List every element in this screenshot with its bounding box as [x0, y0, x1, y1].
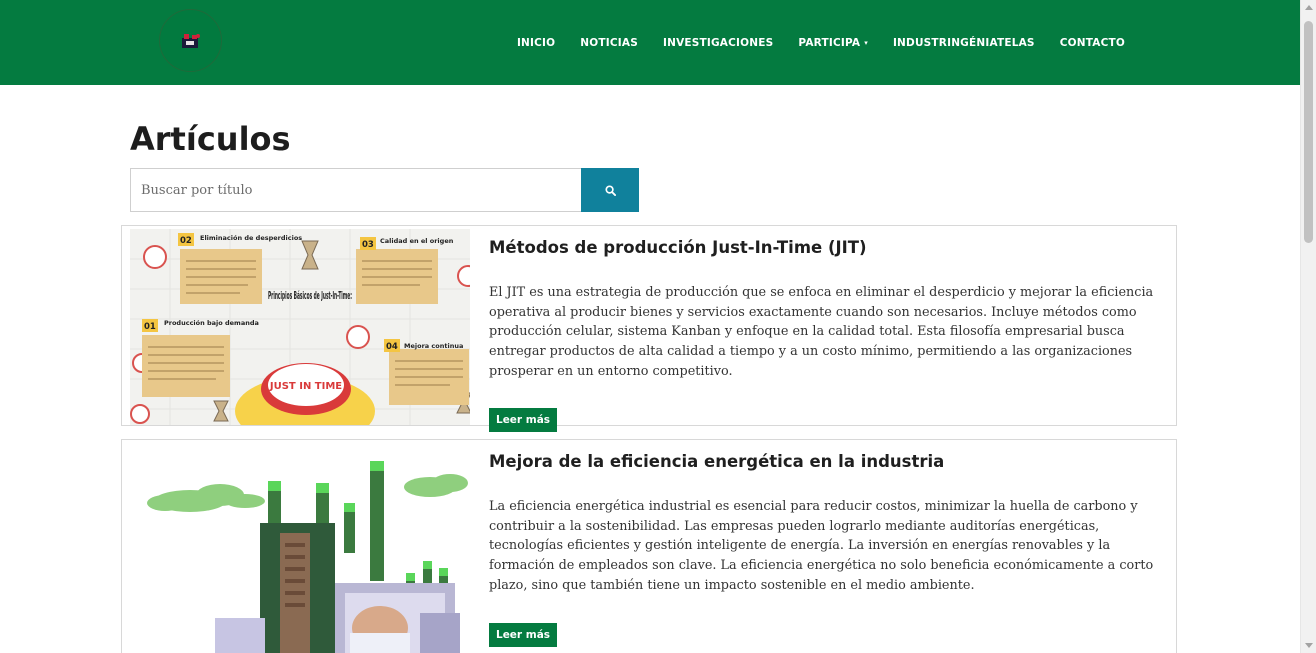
main-nav: INICIO NOTICIAS INVESTIGACIONES PARTICIP… — [517, 0, 1125, 85]
scroll-down-arrow-icon[interactable] — [1305, 643, 1313, 648]
article-body: Mejora de la eficiencia energética en la… — [489, 440, 1156, 647]
nav-inicio[interactable]: INICIO — [517, 37, 555, 49]
search-button[interactable] — [581, 168, 639, 212]
article-title[interactable]: Métodos de producción Just-In-Time (JIT) — [489, 238, 1156, 257]
article-excerpt: El JIT es una estrategia de producción q… — [489, 285, 1154, 379]
article-excerpt: La eficiencia energética industrial es e… — [489, 499, 1154, 593]
nav-noticias-label: NOTICIAS — [580, 36, 638, 49]
jit-title-03: Calidad en el origen — [380, 237, 454, 245]
scroll-up-arrow-icon[interactable] — [1305, 5, 1313, 10]
jit-title-01: Producción bajo demanda — [164, 319, 259, 327]
read-more-button[interactable]: Leer más — [489, 407, 558, 432]
article-thumbnail-jit[interactable]: 02 03 01 04 Eliminación de desperdicios … — [130, 229, 470, 425]
nav-participa-label: PARTICIPA — [798, 36, 861, 49]
jit-heading: Principios Básicos de Just-In-Time: — [268, 289, 352, 302]
search-input[interactable] — [130, 168, 581, 212]
article-thumbnail-factory[interactable] — [130, 443, 470, 653]
jit-num-03: 03 — [362, 240, 374, 250]
jit-num-01: 01 — [144, 322, 156, 332]
jit-num-04: 04 — [386, 342, 398, 352]
nav-inicio-label: INICIO — [516, 36, 556, 49]
article-card: Mejora de la eficiencia energética en la… — [121, 439, 1177, 653]
site-logo[interactable] — [159, 9, 222, 72]
page-title: Artículos — [130, 120, 291, 158]
nav-contacto-label: CONTACTO — [1059, 36, 1125, 49]
chevron-down-icon: ▾ — [864, 38, 868, 47]
jit-title-04: Mejora continua — [404, 342, 463, 350]
site-header: INICIO NOTICIAS INVESTIGACIONES PARTICIP… — [0, 0, 1300, 85]
factory-illustration-icon — [130, 443, 470, 653]
read-more-button[interactable]: Leer más — [489, 622, 558, 647]
article-card: 02 03 01 04 Eliminación de desperdicios … — [121, 225, 1177, 432]
nav-industringeniatelas[interactable]: INDUSTRINGÉNIATELAS — [893, 37, 1035, 49]
article-title[interactable]: Mejora de la eficiencia energética en la… — [489, 452, 1156, 471]
scroll-thumb[interactable] — [1304, 21, 1313, 243]
jit-title-02: Eliminación de desperdicios — [200, 234, 302, 242]
nav-investigaciones-label: INVESTIGACIONES — [662, 36, 774, 49]
search-icon — [604, 184, 616, 196]
nav-participa[interactable]: PARTICIPA ▾ — [798, 37, 868, 49]
nav-noticias[interactable]: NOTICIAS — [580, 37, 638, 49]
search-bar — [130, 168, 639, 212]
logo-icon — [181, 33, 200, 48]
nav-investigaciones[interactable]: INVESTIGACIONES — [663, 37, 773, 49]
nav-industringeniatelas-label: INDUSTRINGÉNIATELAS — [892, 36, 1035, 49]
nav-contacto[interactable]: CONTACTO — [1060, 37, 1125, 49]
jit-num-02: 02 — [180, 236, 192, 246]
jit-stamp: JUST IN TIME — [269, 381, 342, 392]
article-body: Métodos de producción Just-In-Time (JIT)… — [489, 226, 1156, 432]
page-scrollbar[interactable] — [1300, 0, 1316, 653]
